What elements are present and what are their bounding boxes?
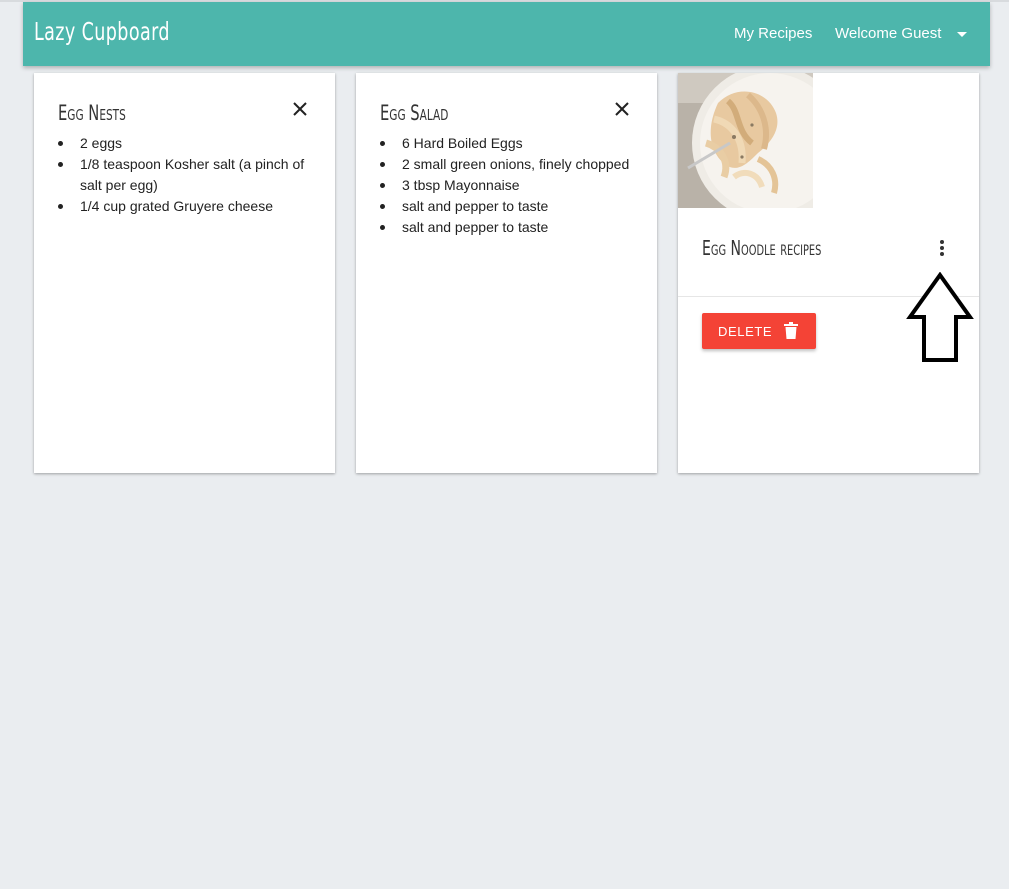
ingredient-list: 6 Hard Boiled Eggs 2 small green onions,… [380, 133, 642, 238]
nav-my-recipes-link[interactable]: My Recipes [734, 25, 812, 42]
ingredient-item: 2 eggs [58, 133, 320, 154]
arrow-up-icon [906, 271, 974, 369]
card-title: Egg Nests [58, 101, 126, 125]
ingredient-item: 2 small green onions, finely chopped [380, 154, 642, 175]
close-icon[interactable] [291, 100, 309, 118]
ingredient-list: 2 eggs 1/8 teaspoon Kosher salt (a pinch… [58, 133, 320, 217]
recipe-card-egg-nests: Egg Nests 2 eggs 1/8 teaspoon Kosher sal… [34, 73, 335, 473]
ingredient-item: 3 tbsp Mayonnaise [380, 175, 642, 196]
nav-welcome-guest-dropdown[interactable]: Welcome Guest [835, 25, 941, 42]
close-icon[interactable] [613, 100, 631, 118]
ingredient-item: salt and pepper to taste [380, 196, 642, 217]
trash-icon [784, 322, 798, 342]
navbar: Lazy Cupboard My Recipes Welcome Guest [23, 2, 990, 66]
delete-button-label: DELETE [718, 324, 773, 339]
ingredient-item: salt and pepper to taste [380, 217, 642, 238]
caret-down-icon[interactable] [957, 32, 967, 37]
ingredient-item: 6 Hard Boiled Eggs [380, 133, 642, 154]
card-title: Egg Noodle recipes [702, 236, 822, 260]
delete-button[interactable]: DELETE [702, 313, 816, 349]
recipe-photo[interactable] [678, 73, 813, 208]
recipe-card-egg-salad: Egg Salad 6 Hard Boiled Eggs 2 small gre… [356, 73, 657, 473]
brand-logo[interactable]: Lazy Cupboard [34, 17, 170, 46]
more-vertical-icon[interactable] [938, 239, 946, 257]
ingredient-item: 1/4 cup grated Gruyere cheese [58, 196, 320, 217]
card-title: Egg Salad [380, 101, 449, 125]
ingredient-item: 1/8 teaspoon Kosher salt (a pinch of sal… [58, 154, 320, 196]
